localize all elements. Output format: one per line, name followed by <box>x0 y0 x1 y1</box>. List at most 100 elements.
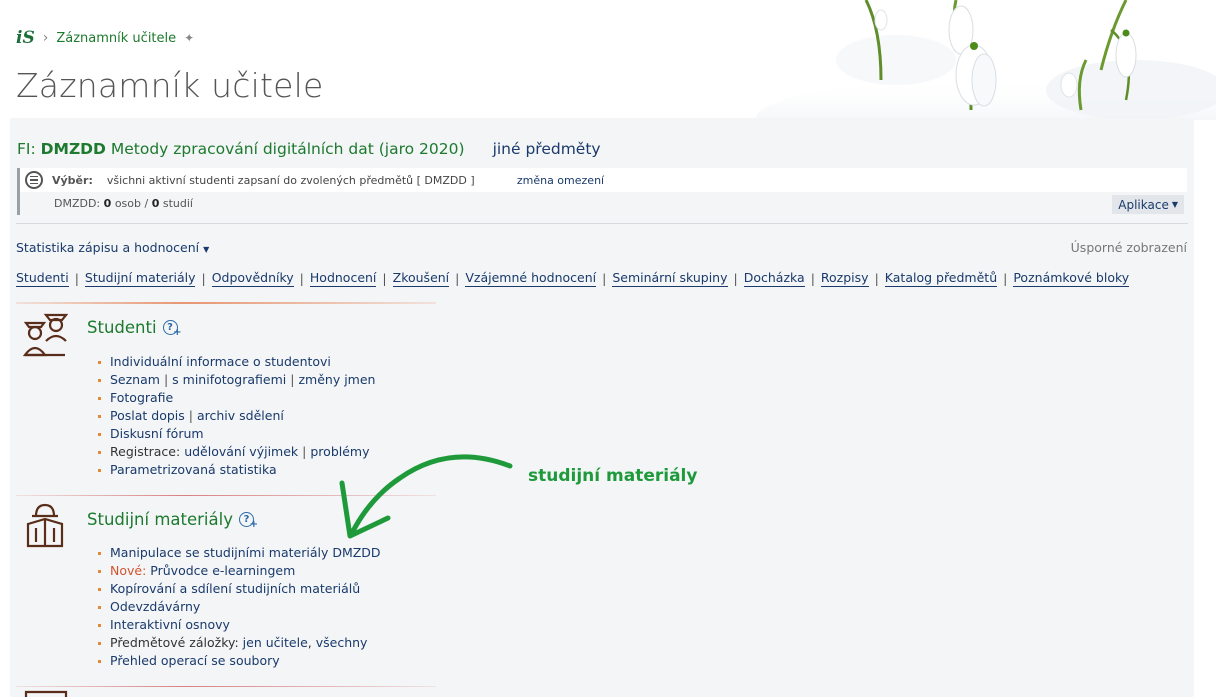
summary-slash: / <box>144 197 149 210</box>
help-add-icon[interactable]: ? <box>238 512 258 530</box>
next-section-icon <box>24 690 68 697</box>
elearning-guide-link[interactable]: Průvodce e-learningem <box>150 563 295 578</box>
filter-row: Výběr: všichni aktivní studenti zapsaní … <box>20 168 1187 192</box>
course-header: FI: DMZDD Metody zpracování digitálních … <box>17 140 601 158</box>
tab-separator: | <box>74 271 79 286</box>
list-item: Individuální informace o studentovi <box>98 353 375 371</box>
annotation-label: studijní materiály <box>528 466 698 486</box>
list-item: Fotografie <box>98 389 375 407</box>
section-tabs: Studenti | Studijní materiály | Odpovědník… <box>16 270 1130 287</box>
list-item: Seznam | s minifotografiemi | změny jmen <box>98 371 375 389</box>
persons-unit: osob <box>114 197 141 210</box>
change-filter-link[interactable]: změna omezení <box>517 174 604 187</box>
individual-info-link[interactable]: Individuální informace o studentovi <box>110 354 331 369</box>
name-changes-link[interactable]: změny jmen <box>298 372 375 387</box>
tab-attendance[interactable]: Docházka <box>743 270 805 287</box>
filter-summary: DMZDD: 0 osob / 0 studií <box>54 197 193 210</box>
tab-separator: | <box>382 271 387 286</box>
tab-course-catalog[interactable]: Katalog předmětů <box>884 270 998 287</box>
list-item: Interaktivní osnovy <box>98 616 381 634</box>
course-faculty: FI: <box>17 140 36 158</box>
page-title: Záznamník učitele <box>16 66 324 105</box>
pin-icon[interactable]: ✦ <box>184 31 194 45</box>
list-filter-icon <box>25 171 43 189</box>
snowdrop-banner-image <box>716 0 1216 120</box>
list-item: Nové: Průvodce e-learningem <box>98 562 381 580</box>
all-tabs-link[interactable]: všechny <box>316 635 368 650</box>
tab-students[interactable]: Studenti <box>16 270 69 287</box>
file-operations-link[interactable]: Přehled operací se soubory <box>110 653 280 668</box>
tab-peer-review[interactable]: Vzájemné hodnocení <box>465 270 597 287</box>
send-letter-link[interactable]: Poslat dopis <box>110 408 185 423</box>
tab-separator: | <box>1003 271 1008 286</box>
filter-description: všichni aktivní studenti zapsaní do zvol… <box>106 173 475 187</box>
dropboxes-link[interactable]: Odevzdávárny <box>110 599 200 614</box>
minifoto-link[interactable]: s minifotografiemi <box>172 372 286 387</box>
selection-filter: Výběr: všichni aktivní studenti zapsaní … <box>17 168 1187 215</box>
list-item: Odevzdávárny <box>98 598 381 616</box>
photos-link[interactable]: Fotografie <box>110 390 173 405</box>
breadcrumb-bar: iS › Záznamník učitele ✦ <box>16 27 194 49</box>
is-logo-icon[interactable]: iS <box>16 28 35 48</box>
message-archive-link[interactable]: archiv sdělení <box>197 408 284 423</box>
tab-exams[interactable]: Zkoušení <box>392 270 450 287</box>
study-materials-icon <box>26 503 64 548</box>
tab-study-materials[interactable]: Studijní materiály <box>84 270 196 287</box>
list-item: Předmětové záložky: jen učitele, všechny <box>98 634 381 652</box>
persons-count: 0 <box>103 197 112 210</box>
summary-code: DMZDD: <box>54 197 101 210</box>
tab-answer-sheets[interactable]: Odpovědníky <box>211 270 294 287</box>
pipe-separator: | <box>188 408 193 423</box>
copy-share-link[interactable]: Kopírování a sdílení studijních materiál… <box>110 581 360 596</box>
registration-label: Registrace: <box>110 444 181 459</box>
stats-menu[interactable]: Statistika zápisu a hodnocení ▼ <box>16 240 209 255</box>
tab-schedules[interactable]: Rozpisy <box>820 270 869 287</box>
materials-list: Manipulace se studijními materiály DMZDD… <box>98 544 381 670</box>
tab-separator: | <box>299 271 304 286</box>
materials-section-title[interactable]: Studijní materiály ? <box>87 510 258 530</box>
students-section-title[interactable]: Studenti ? <box>87 318 182 338</box>
caret-down-icon: ▼ <box>1171 200 1178 209</box>
pipe-separator: | <box>302 444 307 459</box>
course-code: DMZDD <box>40 140 106 158</box>
chevron-right-icon: › <box>42 30 49 46</box>
tab-grading[interactable]: Hodnocení <box>309 270 377 287</box>
exceptions-link[interactable]: udělování výjimek <box>184 444 298 459</box>
other-courses-link[interactable]: jiné předměty <box>493 140 601 158</box>
section-divider <box>16 302 436 304</box>
applications-button[interactable]: Aplikace ▼ <box>1112 195 1184 214</box>
students-title-label: Studenti <box>87 318 157 337</box>
tab-notebooks[interactable]: Poznámkové bloky <box>1013 270 1130 287</box>
filter-label: Výběr: <box>52 173 93 187</box>
tab-seminar-groups[interactable]: Seminární skupiny <box>612 270 728 287</box>
forum-link[interactable]: Diskusní fórum <box>110 426 204 441</box>
list-item: Poslat dopis | archiv sdělení <box>98 407 375 425</box>
materials-title-label: Studijní materiály <box>87 510 233 529</box>
applications-label: Aplikace <box>1118 197 1169 212</box>
course-title[interactable]: FI: DMZDD Metody zpracování digitálních … <box>17 140 465 158</box>
breadcrumb-link[interactable]: Záznamník učitele <box>56 31 176 46</box>
teachers-only-link[interactable]: jen učitele <box>243 635 308 650</box>
help-add-icon[interactable]: ? <box>162 320 182 338</box>
pipe-separator: | <box>163 372 169 387</box>
studies-count: 0 <box>151 197 160 210</box>
annotation-arrow-icon <box>339 454 513 539</box>
tab-separator: | <box>602 271 607 286</box>
main-panel: FI: DMZDD Metody zpracování digitálních … <box>10 118 1194 697</box>
tab-separator: | <box>810 271 815 286</box>
course-tabs-label: Předmětové záložky: <box>110 635 239 650</box>
list-item: Diskusní fórum <box>98 425 375 443</box>
compact-view-link[interactable]: Úsporné zobrazení <box>1071 240 1187 255</box>
caret-down-icon: ▼ <box>203 245 210 254</box>
stats-menu-label: Statistika zápisu a hodnocení <box>16 240 200 255</box>
param-stats-link[interactable]: Parametrizovaná statistika <box>110 462 277 477</box>
divider <box>16 223 1188 224</box>
tab-separator: | <box>201 271 206 286</box>
list-item: Kopírování a sdílení studijních materiál… <box>98 580 381 598</box>
students-icon <box>22 313 68 357</box>
course-name: Metody zpracování digitálních dat (jaro … <box>110 140 465 158</box>
list-item: Přehled operací se soubory <box>98 652 381 670</box>
student-list-link[interactable]: Seznam <box>110 372 160 387</box>
comma: , <box>307 635 312 650</box>
interactive-syllabus-link[interactable]: Interaktivní osnovy <box>110 617 230 632</box>
